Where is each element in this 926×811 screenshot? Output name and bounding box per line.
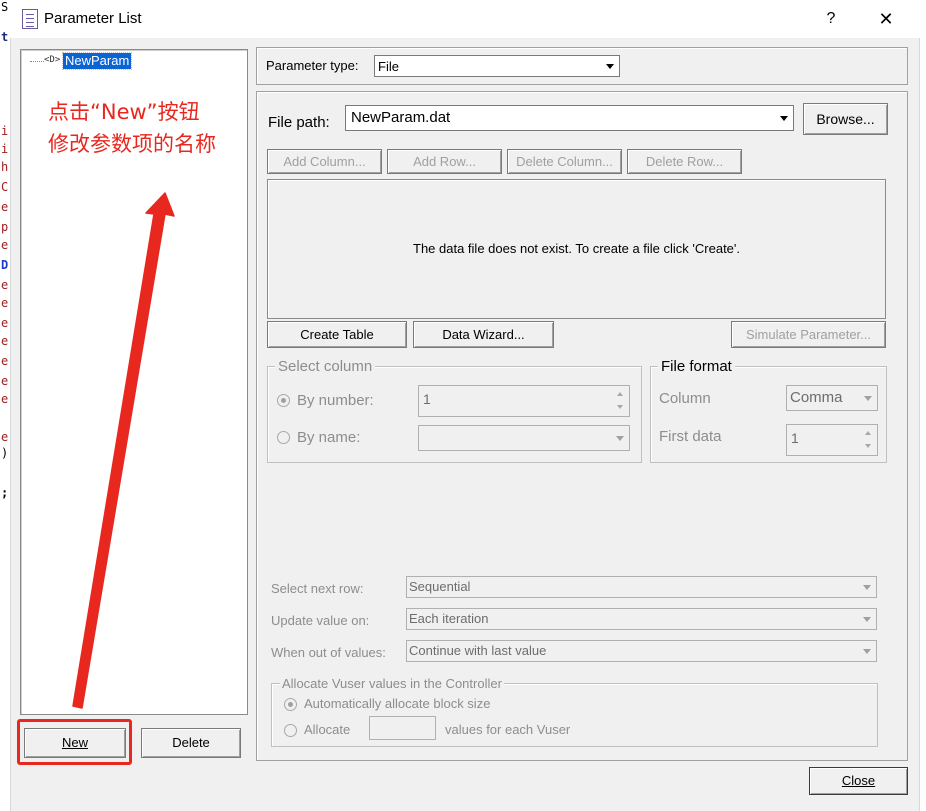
annotation-arrow [72, 192, 175, 709]
annotation-highlight-box [17, 719, 132, 765]
